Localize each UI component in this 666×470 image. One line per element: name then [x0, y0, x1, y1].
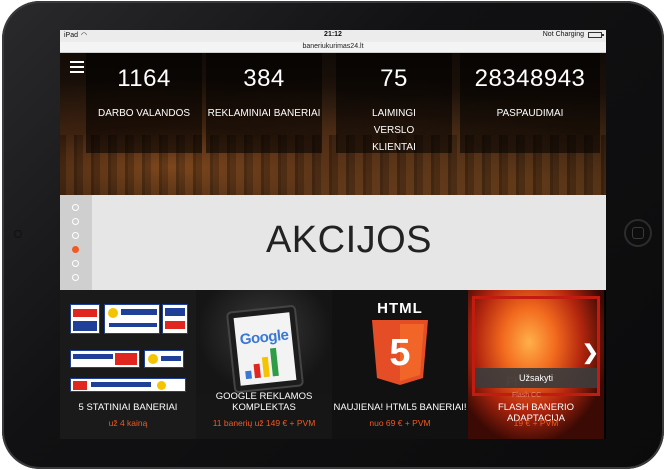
banner-thumb [70, 378, 186, 392]
address-bar[interactable]: baneriukurimas24.lt [60, 42, 606, 53]
charging-status: Not Charging [542, 31, 584, 38]
tile-price: už 4 kainą [108, 418, 148, 428]
stat-label: PASPAUDIMAI [496, 108, 564, 119]
home-button[interactable] [624, 219, 652, 247]
akcijos-section: AKCIJOS [60, 195, 606, 290]
google-image: Google [196, 290, 332, 394]
stat-work-hours: 1164 DARBO VALANDOS [86, 53, 202, 153]
status-time: 21:12 [324, 31, 342, 38]
screen: iPad ◠ 21:12 Not Charging baneriukurimas… [60, 30, 606, 439]
slide-dot[interactable] [72, 204, 79, 211]
stat-label: REKLAMINIAI BANERIAI [207, 108, 321, 119]
stat-banners: 384 REKLAMINIAI BANERIAI [206, 53, 322, 153]
html5-badge-number: 5 [389, 332, 411, 374]
slide-dot[interactable] [72, 274, 79, 281]
banner-thumb [70, 304, 100, 334]
stat-number: 28348943 [474, 65, 586, 92]
tile-title: 5 STATINIAI BANERIAI [78, 402, 178, 413]
hero-section: 1164 DARBO VALANDOS 384 REKLAMINIAI BANE… [60, 53, 606, 195]
tile-title: NAUJIENA! HTML5 BANERIAI! [333, 402, 467, 413]
camera-icon [14, 230, 22, 238]
order-button[interactable]: Užsakyti [475, 368, 597, 388]
slide-dot-active[interactable] [72, 246, 79, 253]
google-logo: Google [239, 326, 290, 349]
stat-label: LAIMINGI VERSLO KLIENTAI [372, 108, 416, 153]
banner-thumb [162, 304, 188, 334]
slide-dot[interactable] [72, 232, 79, 239]
banner-thumb [70, 350, 140, 368]
banner-thumb [144, 350, 184, 368]
stat-clicks: 28348943 PASPAUDIMAI [460, 53, 600, 153]
stat-number: 1164 [117, 65, 171, 92]
promo-tile-flash[interactable]: Fl Flash CC Užsakyti ❯ FLASH BANERIO ADA… [468, 290, 604, 439]
html5-image: HTML 5 [332, 290, 468, 394]
slide-dot[interactable] [72, 218, 79, 225]
hamburger-menu-icon[interactable] [70, 61, 84, 73]
stat-number: 75 [380, 65, 408, 92]
chevron-right-icon[interactable]: ❯ [582, 343, 600, 363]
static-banners-image [60, 290, 196, 394]
stat-number: 384 [243, 65, 285, 92]
tile-price: nuo 69 € + PVM [369, 418, 431, 428]
battery-icon [588, 31, 604, 38]
banner-thumb [104, 304, 160, 334]
status-bar: iPad ◠ 21:12 Not Charging [60, 30, 606, 42]
promo-tile-google[interactable]: Google GOOGLE REKLAMOS KOMPLEKTAS 11 ban… [196, 290, 332, 439]
status-right: Not Charging [542, 31, 604, 38]
slide-dot[interactable] [72, 260, 79, 267]
tile-price: 11 banerių už 149 € + PVM [212, 418, 316, 428]
flash-cc-text: Flash CC [512, 392, 542, 399]
slide-nav [60, 195, 92, 290]
tablet-icon: Google [225, 304, 305, 394]
growth-chart-icon [243, 347, 279, 380]
tile-title: GOOGLE REKLAMOS KOMPLEKTAS [215, 391, 313, 413]
stat-clients: 75 LAIMINGI VERSLO KLIENTAI [336, 53, 452, 153]
promo-tile-static-banners[interactable]: 5 STATINIAI BANERIAI už 4 kainą [60, 290, 196, 439]
section-title: AKCIJOS [265, 219, 433, 261]
stat-label: DARBO VALANDOS [97, 108, 191, 119]
promo-tiles: 5 STATINIAI BANERIAI už 4 kainą Google G… [60, 290, 606, 439]
promo-tile-html5[interactable]: HTML 5 NAUJIENA! HTML5 BANERIAI! nuo 69 … [332, 290, 468, 439]
tile-price: 19 € + PVM [513, 418, 559, 428]
